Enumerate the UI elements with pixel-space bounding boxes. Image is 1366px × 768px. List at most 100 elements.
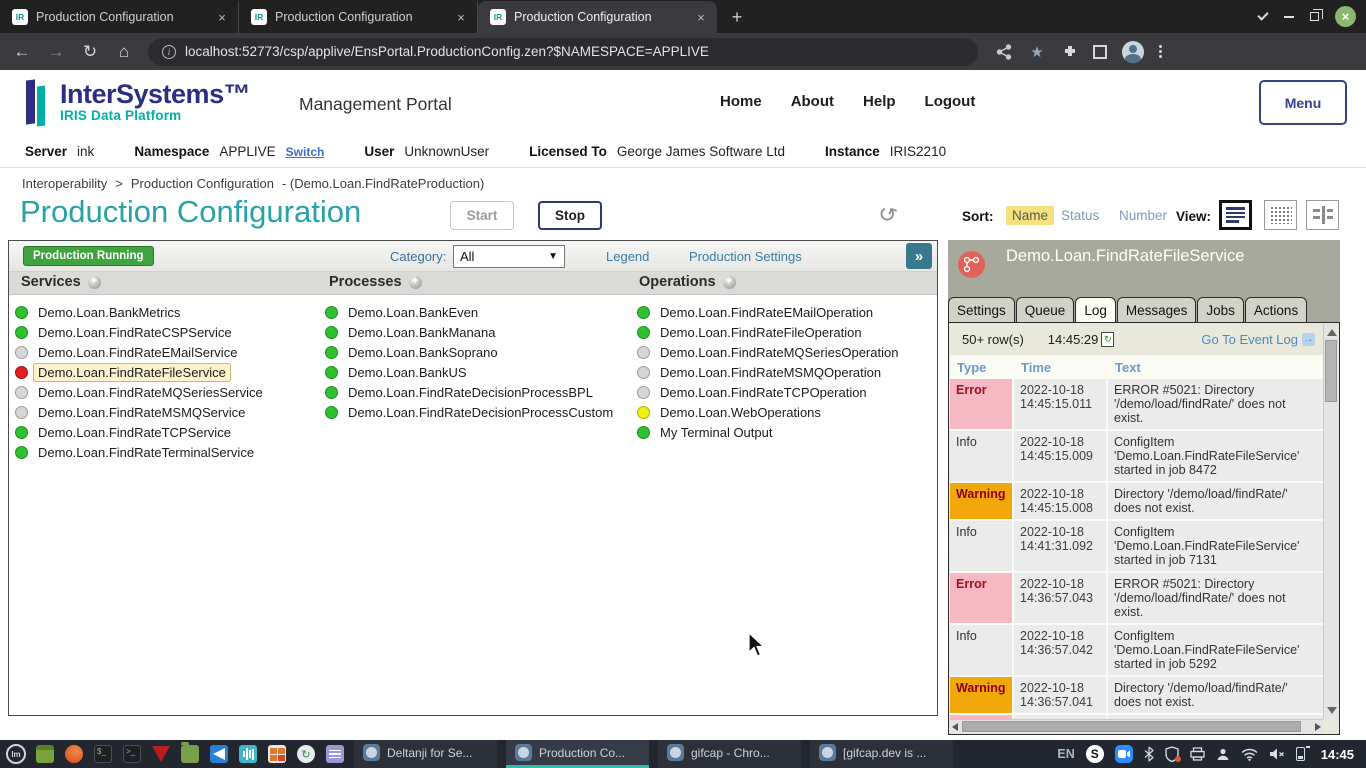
view-grid-button[interactable]	[1264, 200, 1297, 230]
operation-item[interactable]: Demo.Loan.FindRateFileOperation	[637, 323, 903, 343]
operation-item[interactable]: Demo.Loan.WebOperations	[637, 403, 903, 423]
share-icon[interactable]	[996, 44, 1012, 60]
tab-search-chevron-icon[interactable]	[1257, 9, 1268, 20]
log-row[interactable]: Error 2022-10-1814:45:15.011 ERROR #5021…	[950, 379, 1323, 429]
sort-name-option-active[interactable]: Name	[1006, 206, 1054, 225]
nav-about-link[interactable]: About	[791, 93, 834, 110]
category-select[interactable]: All ▼	[453, 245, 565, 268]
operation-item[interactable]: My Terminal Output	[637, 423, 903, 443]
mint-menu-icon[interactable]	[6, 744, 26, 764]
start-button[interactable]: Start	[450, 201, 514, 230]
new-tab-button[interactable]	[723, 3, 751, 31]
close-window-button[interactable]	[1335, 6, 1356, 27]
log-row[interactable]: Warning 2022-10-1814:45:15.008 Directory…	[950, 483, 1323, 519]
back-button[interactable]: ←	[12, 42, 32, 62]
taskbar-window-deltanji[interactable]: Deltanji for Se...	[354, 740, 497, 768]
wifi-icon[interactable]	[1241, 748, 1258, 761]
process-label[interactable]: Demo.Loan.BankManana	[343, 323, 500, 342]
add-service-icon[interactable]	[88, 276, 101, 289]
nav-logout-link[interactable]: Logout	[925, 93, 976, 110]
expand-panel-button[interactable]: »	[906, 243, 932, 269]
taskbar-window-production-active[interactable]: Production Co...	[506, 740, 649, 768]
media-app-icon[interactable]	[238, 744, 258, 764]
service-label[interactable]: Demo.Loan.FindRateTCPService	[33, 423, 236, 442]
service-item[interactable]: Demo.Loan.FindRateTerminalService	[15, 443, 268, 463]
taskbar-window-gifcap[interactable]: gifcap - Chro...	[658, 740, 801, 768]
vertical-scrollbar[interactable]	[1323, 324, 1338, 719]
forward-button[interactable]: →	[46, 42, 66, 62]
tab-queue[interactable]: Queue	[1016, 297, 1075, 322]
show-desktop-icon[interactable]	[35, 744, 55, 764]
skype-icon[interactable]	[1086, 745, 1104, 763]
process-item[interactable]: Demo.Loan.BankUS	[325, 363, 618, 383]
operation-item[interactable]: Demo.Loan.FindRateMSMQOperation	[637, 363, 903, 383]
address-bar[interactable]: localhost:52773/csp/applive/EnsPortal.Pr…	[148, 38, 978, 66]
operation-label[interactable]: My Terminal Output	[655, 423, 777, 442]
battery-icon[interactable]	[1296, 747, 1310, 761]
browser-tab-2[interactable]: IR Production Configuration	[239, 1, 478, 33]
service-label[interactable]: Demo.Loan.FindRateMSMQService	[33, 403, 250, 422]
process-item[interactable]: Demo.Loan.BankManana	[325, 323, 618, 343]
operation-label[interactable]: Demo.Loan.FindRateMQSeriesOperation	[655, 343, 903, 362]
stop-button[interactable]: Stop	[538, 201, 602, 230]
vscode-icon[interactable]	[209, 744, 229, 764]
service-item[interactable]: Demo.Loan.FindRateMSMQService	[15, 403, 268, 423]
tab-actions[interactable]: Actions	[1245, 297, 1307, 322]
service-item[interactable]: Demo.Loan.FindRateMQSeriesService	[15, 383, 268, 403]
extensions-puzzle-icon[interactable]	[1062, 44, 1078, 60]
sort-status-option[interactable]: Status	[1061, 208, 1099, 223]
menu-button[interactable]: Menu	[1259, 80, 1347, 125]
vertical-scroll-thumb[interactable]	[1325, 340, 1337, 402]
service-label[interactable]: Demo.Loan.FindRateTerminalService	[33, 443, 259, 462]
service-label[interactable]: Demo.Loan.FindRateMQSeriesService	[33, 383, 268, 402]
home-button[interactable]: ⌂	[114, 42, 134, 62]
operation-label[interactable]: Demo.Loan.WebOperations	[655, 403, 826, 422]
log-row[interactable]: Info 2022-10-1814:36:57.042 ConfigItem '…	[950, 625, 1323, 675]
process-label[interactable]: Demo.Loan.FindRateDecisionProcessBPL	[343, 383, 598, 402]
operation-item[interactable]: Demo.Loan.FindRateTCPOperation	[637, 383, 903, 403]
zoom-icon[interactable]	[1115, 745, 1133, 763]
security-shield-icon[interactable]	[1165, 746, 1179, 762]
notes-icon[interactable]	[325, 744, 345, 764]
view-list-button-active[interactable]	[1219, 200, 1252, 230]
terminal-alt-icon[interactable]: >_	[122, 744, 142, 764]
service-label[interactable]: Demo.Loan.FindRateFileService	[33, 363, 231, 382]
terminal-icon[interactable]: $_	[93, 744, 113, 764]
process-item[interactable]: Demo.Loan.BankEven	[325, 303, 618, 323]
scroll-right-arrow[interactable]	[1315, 723, 1321, 731]
bluetooth-icon[interactable]	[1144, 746, 1154, 762]
tab-messages[interactable]: Messages	[1117, 297, 1197, 322]
production-settings-link[interactable]: Production Settings	[689, 249, 802, 264]
process-label[interactable]: Demo.Loan.BankUS	[343, 363, 472, 382]
tab-settings[interactable]: Settings	[948, 297, 1015, 322]
printer-icon[interactable]	[1190, 747, 1205, 761]
browser-menu-icon[interactable]	[1159, 45, 1162, 58]
side-panel-icon[interactable]	[1093, 45, 1107, 59]
files-folder-icon[interactable]	[180, 744, 200, 764]
service-item[interactable]: Demo.Loan.FindRateEMailService	[15, 343, 268, 363]
service-label[interactable]: Demo.Loan.FindRateEMailService	[33, 343, 242, 362]
log-row[interactable]: Error 2022-10-1814:36:57.043 ERROR #5021…	[950, 573, 1323, 623]
refresh-log-icon[interactable]: ↻	[1101, 332, 1114, 347]
site-info-icon[interactable]	[162, 45, 176, 59]
tab-close-icon[interactable]	[214, 9, 230, 25]
add-process-icon[interactable]	[409, 276, 422, 289]
horizontal-scroll-thumb[interactable]	[962, 721, 1301, 732]
scroll-down-arrow[interactable]	[1327, 707, 1337, 714]
process-item[interactable]: Demo.Loan.BankSoprano	[325, 343, 618, 363]
process-item[interactable]: Demo.Loan.FindRateDecisionProcessBPL	[325, 383, 618, 403]
nav-help-link[interactable]: Help	[863, 93, 896, 110]
view-split-button[interactable]	[1306, 200, 1339, 230]
scroll-left-arrow[interactable]	[952, 723, 958, 731]
service-item[interactable]: Demo.Loan.FindRateTCPService	[15, 423, 268, 443]
bookmark-star-icon[interactable]: ★	[1027, 43, 1047, 61]
log-row[interactable]: Info 2022-10-1814:41:31.092 ConfigItem '…	[950, 521, 1323, 571]
add-operation-icon[interactable]	[723, 276, 736, 289]
sort-number-option[interactable]: Number	[1119, 208, 1167, 223]
reload-button[interactable]: ↻	[80, 42, 100, 62]
browser-tab-3-active[interactable]: IR Production Configuration	[478, 1, 717, 33]
process-label[interactable]: Demo.Loan.BankEven	[343, 303, 483, 322]
user-status-icon[interactable]	[1216, 747, 1230, 761]
red-app-icon[interactable]	[151, 744, 171, 764]
calculator-icon[interactable]	[267, 744, 287, 764]
